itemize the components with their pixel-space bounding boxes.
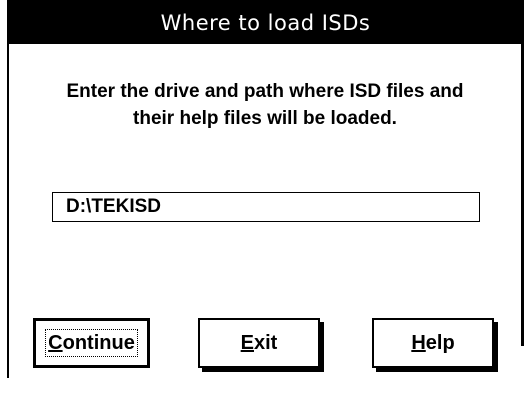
dialog-title-bar[interactable]: Where to load ISDs <box>7 0 524 44</box>
instruction-line-1: Enter the drive and path where ISD files… <box>66 81 464 102</box>
help-label-rest: elp <box>425 331 455 354</box>
continue-button[interactable]: Continue <box>33 318 150 368</box>
dialog-left-border <box>7 0 9 378</box>
instruction-text: Enter the drive and path where ISD files… <box>9 78 521 132</box>
help-mnemonic: H <box>411 331 426 354</box>
exit-button[interactable]: Exit <box>198 318 320 368</box>
exit-label-rest: xit <box>254 331 278 354</box>
dialog-title: Where to load ISDs <box>160 11 371 35</box>
focus-indicator: Continue <box>45 329 138 357</box>
continue-mnemonic: C <box>48 332 63 354</box>
install-path-input[interactable] <box>52 192 480 222</box>
exit-mnemonic: E <box>240 331 254 354</box>
load-isd-dialog: Where to load ISDs Enter the drive and p… <box>0 0 530 395</box>
dialog-right-border <box>521 0 524 346</box>
continue-label-rest: ontinue <box>62 332 135 354</box>
instruction-line-2: their help files will be loaded. <box>133 108 397 129</box>
help-button[interactable]: Help <box>372 318 494 368</box>
